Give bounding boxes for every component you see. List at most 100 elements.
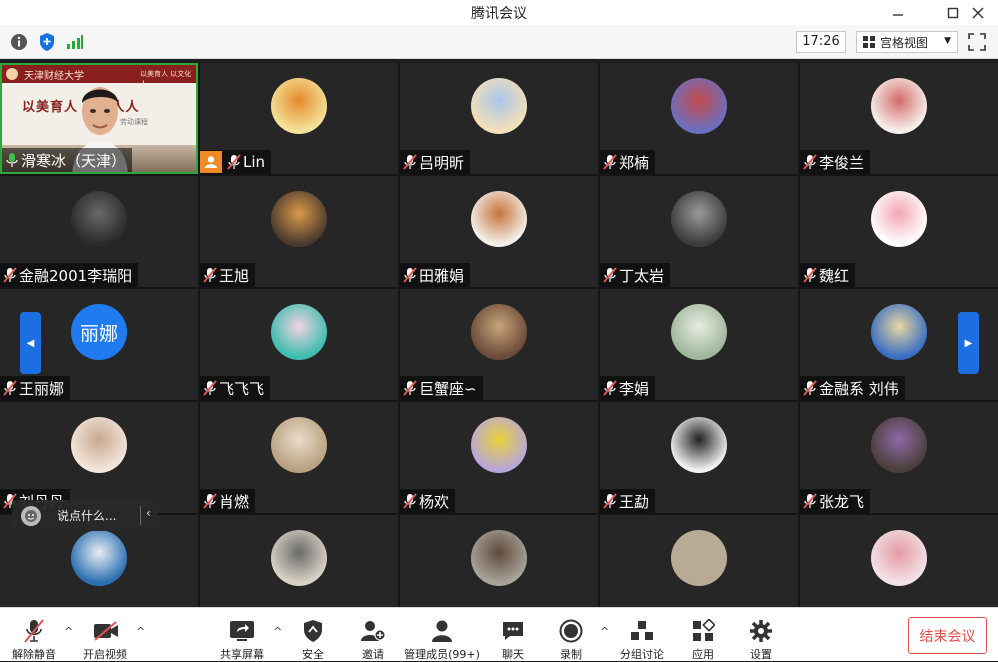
participant-tile[interactable] xyxy=(600,515,798,607)
participant-avatar xyxy=(271,417,327,473)
participant-avatar xyxy=(871,191,927,247)
unmute-label: 解除静音 xyxy=(12,648,56,661)
participant-tile[interactable]: 田雅娟 xyxy=(400,176,598,287)
participant-tile[interactable]: 吕明昕 xyxy=(400,63,598,174)
participant-name-bar: 飞飞飞 xyxy=(200,376,271,400)
participant-name-bar: 肖燃 xyxy=(200,489,256,513)
security-button[interactable]: 安全 xyxy=(292,608,334,662)
participant-name: 王旭 xyxy=(219,266,250,285)
apps-label: 应用 xyxy=(692,648,714,661)
mic-on-icon xyxy=(6,153,18,167)
participant-tile[interactable] xyxy=(400,515,598,607)
participant-name: 郑楠 xyxy=(619,153,650,172)
mic-muted-icon xyxy=(403,380,417,396)
participant-tile[interactable] xyxy=(200,515,398,607)
participant-avatar xyxy=(671,78,727,134)
participant-name: 李娟 xyxy=(619,379,650,398)
participant-name: 李俊兰 xyxy=(819,153,865,172)
speaker-name-bar: 滑寒冰（天津） xyxy=(2,148,133,172)
participant-tile[interactable]: 李俊兰 xyxy=(800,63,998,174)
start-video-label: 开启视频 xyxy=(83,648,127,661)
meeting-toolbar: 解除静音 ^ 开启视频 ^ 共享屏幕 ^ 安全 邀请 管理成员(99+) 聊天 … xyxy=(0,607,998,661)
participant-name-bar: Lin xyxy=(200,150,272,174)
previous-page-button[interactable]: ◀ xyxy=(20,312,41,374)
emoji-icon[interactable] xyxy=(21,505,41,526)
participant-tile[interactable]: 肖燃 xyxy=(200,402,398,513)
mic-muted-icon xyxy=(603,493,617,509)
avatar-initials: 丽娜 xyxy=(79,323,118,345)
participant-tile[interactable]: 刘丹丹 xyxy=(0,402,198,513)
record-button[interactable]: 录制 xyxy=(550,608,592,662)
active-speaker-tile[interactable]: 天津财经大学 以美育人 以文化人 以美育人 面向人人 劳动课程 滑寒冰（天津） xyxy=(0,63,198,174)
participant-name: 金融2001李瑞阳 xyxy=(19,266,133,285)
end-meeting-button[interactable]: 结束会议 xyxy=(908,617,987,654)
record-icon xyxy=(558,618,584,644)
participant-name-bar: 吕明昕 xyxy=(400,150,471,174)
participant-name: 田雅娟 xyxy=(419,266,465,285)
participant-avatar xyxy=(671,304,727,360)
chevron-left-icon[interactable]: ‹ xyxy=(146,506,151,520)
record-options-chevron[interactable]: ^ xyxy=(600,625,609,638)
participant-tile[interactable] xyxy=(800,515,998,607)
participant-tile[interactable]: 巨蟹座∽ xyxy=(400,289,598,400)
participant-tile[interactable]: 王勐 xyxy=(600,402,798,513)
invite-button[interactable]: 邀请 xyxy=(352,608,394,662)
participant-name: 张龙飞 xyxy=(819,492,865,511)
settings-button[interactable]: 设置 xyxy=(740,608,782,662)
mic-muted-icon xyxy=(803,267,817,283)
start-video-button[interactable]: 开启视频 xyxy=(78,608,132,662)
participant-tile[interactable]: 李娟 xyxy=(600,289,798,400)
signal-icon[interactable] xyxy=(64,32,86,52)
info-icon[interactable] xyxy=(8,32,30,52)
share-options-chevron[interactable]: ^ xyxy=(273,625,282,638)
participant-name-bar: 王丽娜 xyxy=(0,376,71,400)
mic-muted-icon xyxy=(803,493,817,509)
mic-muted-icon xyxy=(603,267,617,283)
breakout-button[interactable]: 分组讨论 xyxy=(616,608,668,662)
breakout-rooms-icon xyxy=(629,618,655,644)
fullscreen-icon[interactable] xyxy=(966,31,988,53)
minimize-icon[interactable] xyxy=(878,0,918,25)
next-page-button[interactable]: ▶ xyxy=(958,312,979,374)
close-icon[interactable] xyxy=(958,0,998,25)
participant-avatar xyxy=(271,304,327,360)
share-screen-button[interactable]: 共享屏幕 xyxy=(216,608,268,662)
title-bar: 腾讯会议 xyxy=(0,0,998,25)
participant-avatar xyxy=(671,530,727,586)
mic-muted-icon xyxy=(403,493,417,509)
chat-input-placeholder[interactable]: 说点什么... xyxy=(57,507,116,524)
participant-name: 杨欢 xyxy=(419,492,450,511)
mic-muted-icon xyxy=(227,154,241,170)
video-options-chevron[interactable]: ^ xyxy=(136,625,145,638)
participant-tile[interactable]: 飞飞飞 xyxy=(200,289,398,400)
participant-tile[interactable]: 郑楠 xyxy=(600,63,798,174)
participant-tile[interactable]: 杨欢 xyxy=(400,402,598,513)
manage-members-label: 管理成员(99+) xyxy=(404,648,480,661)
meeting-info-bar: 17:26 宫格视图 ▼ xyxy=(0,25,998,59)
unmute-button[interactable]: 解除静音 xyxy=(8,608,60,662)
chat-button[interactable]: 聊天 xyxy=(492,608,534,662)
participant-name: 巨蟹座∽ xyxy=(419,379,477,398)
view-mode-select[interactable]: 宫格视图 ▼ xyxy=(856,31,958,53)
shield-icon[interactable] xyxy=(36,32,58,52)
participant-name-bar: 丁太岩 xyxy=(600,263,671,287)
participant-avatar xyxy=(471,78,527,134)
manage-members-button[interactable]: 管理成员(99+) xyxy=(404,608,480,662)
participant-name: 魏红 xyxy=(819,266,850,285)
participant-tile[interactable]: 张龙飞 xyxy=(800,402,998,513)
participant-avatar xyxy=(471,530,527,586)
apps-button[interactable]: 应用 xyxy=(682,608,724,662)
audio-options-chevron[interactable]: ^ xyxy=(64,625,73,638)
participant-tile[interactable]: Lin xyxy=(200,63,398,174)
settings-label: 设置 xyxy=(750,648,772,661)
participant-tile[interactable]: 丁太岩 xyxy=(600,176,798,287)
participant-tile[interactable]: 金融2001李瑞阳 xyxy=(0,176,198,287)
participant-tile[interactable]: 魏红 xyxy=(800,176,998,287)
view-mode-label: 宫格视图 xyxy=(880,35,929,50)
participant-tile[interactable]: 王旭 xyxy=(200,176,398,287)
participant-avatar xyxy=(271,530,327,586)
security-label: 安全 xyxy=(302,648,324,661)
quick-chat-box[interactable]: 说点什么... ‹ xyxy=(12,500,158,531)
invite-label: 邀请 xyxy=(362,648,384,661)
mic-muted-icon xyxy=(203,493,217,509)
